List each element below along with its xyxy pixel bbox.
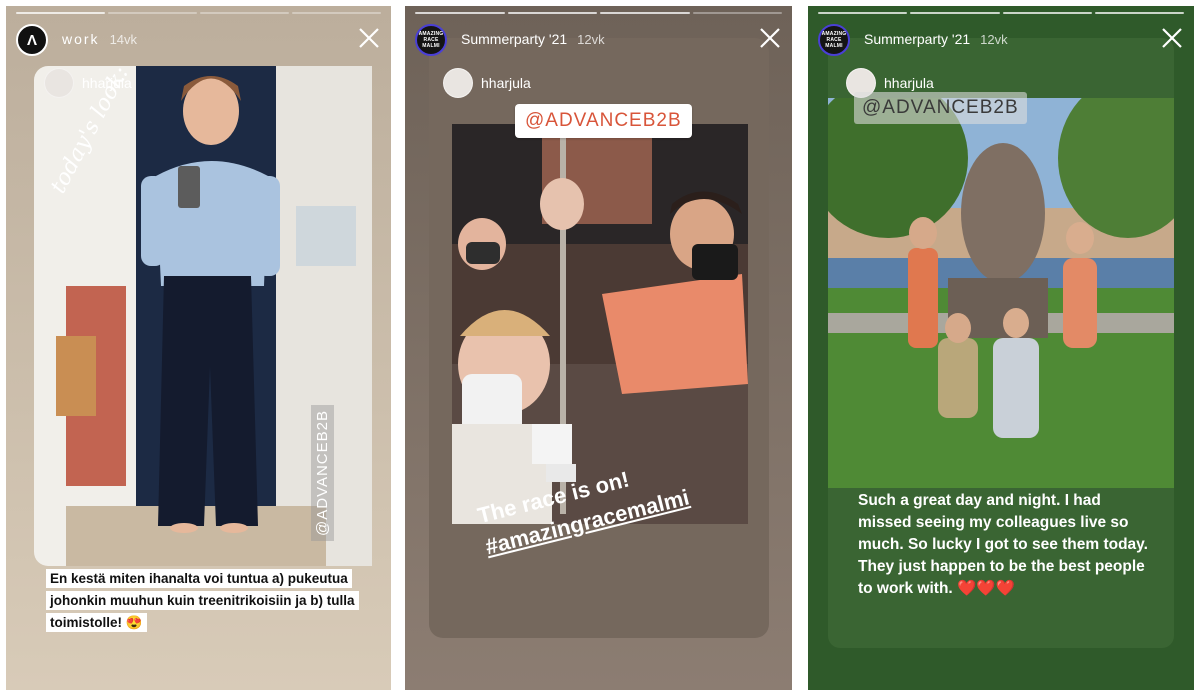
user-avatar xyxy=(443,68,473,98)
story-age: 12vk xyxy=(577,32,605,47)
account-name[interactable]: work 14vk xyxy=(62,31,137,47)
story-caption: En kestä miten ihanalta voi tuntua a) pu… xyxy=(46,568,359,634)
story-progress-bar xyxy=(415,12,782,14)
mention-sticker[interactable]: @ADVANCEB2B xyxy=(854,92,1027,124)
story-age: 12vk xyxy=(980,32,1008,47)
story-caption: Such a great day and night. I had missed… xyxy=(858,492,1148,597)
user-name: hharjula xyxy=(481,75,531,91)
account-name[interactable]: Summerparty '21 12vk xyxy=(461,31,605,47)
account-avatar[interactable]: AMAZING RACE MALMI xyxy=(818,24,850,56)
user-avatar xyxy=(44,68,74,98)
story-header: AMAZING RACE MALMI Summerparty '21 12vk xyxy=(415,24,782,60)
story-age: 14vk xyxy=(109,32,138,47)
story-progress-bar xyxy=(16,12,381,14)
close-icon[interactable] xyxy=(357,26,381,50)
account-name[interactable]: Summerparty '21 12vk xyxy=(864,31,1008,47)
close-icon[interactable] xyxy=(758,26,782,50)
story-photo-train-selfie xyxy=(452,124,748,524)
close-icon[interactable] xyxy=(1160,26,1184,50)
story-panel-summerparty[interactable]: AMAZING RACE MALMI Summerparty '21 12vk h… xyxy=(405,6,792,690)
story-progress-bar xyxy=(818,12,1184,14)
mention-sticker[interactable]: @ADVANCEB2B xyxy=(515,104,692,138)
story-panel-work[interactable]: Λ work 14vk hharjula today's look: @ADVAN… xyxy=(6,6,391,690)
account-avatar[interactable]: AMAZING RACE MALMI xyxy=(415,24,447,56)
user-name: hharjula xyxy=(884,75,934,91)
story-panel-summerparty-2[interactable]: AMAZING RACE MALMI Summerparty '21 12vk h… xyxy=(808,6,1194,690)
story-header: AMAZING RACE MALMI Summerparty '21 12vk xyxy=(818,24,1184,60)
story-header: Λ work 14vk xyxy=(16,24,381,60)
mention-sticker[interactable]: @ADVANCEB2B xyxy=(311,405,334,541)
story-photo-park-group xyxy=(828,98,1174,488)
account-avatar[interactable]: Λ xyxy=(16,24,48,56)
